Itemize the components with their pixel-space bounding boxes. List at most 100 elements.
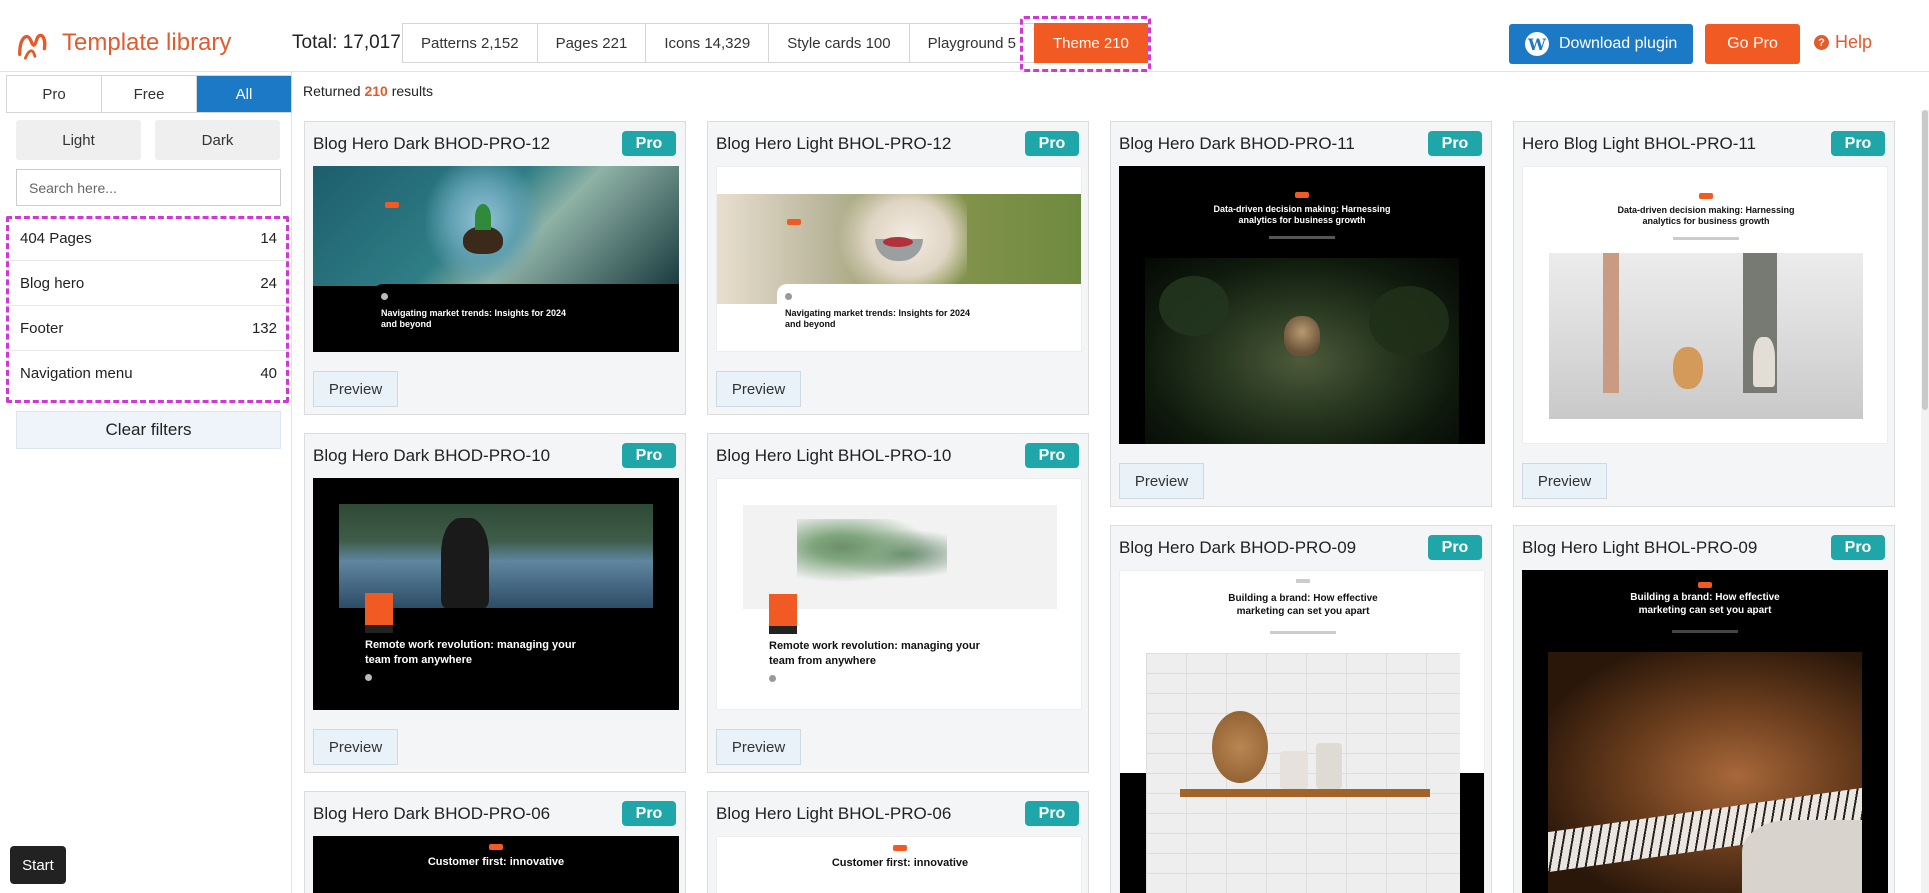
tab-playground[interactable]: Playground 5	[908, 23, 1036, 63]
template-card[interactable]: Hero Blog Light BHOL-PRO-11 Pro Data-dri…	[1513, 121, 1895, 507]
card-title: Blog Hero Light BHOL-PRO-09	[1522, 538, 1758, 557]
card-title: Blog Hero Dark BHOD-PRO-11	[1119, 134, 1355, 153]
template-thumbnail[interactable]: Customer first: innovative	[716, 836, 1082, 893]
thumbnail-headline: Remote work revolution: managing your te…	[769, 640, 980, 667]
thumbnail-headline: Data-driven decision making: Harnessing …	[1213, 204, 1391, 226]
filter-all[interactable]: All	[197, 76, 291, 112]
category-list: 404 Pages 14 Blog hero 24 Footer 132 Nav…	[6, 216, 289, 401]
preview-button[interactable]: Preview	[313, 729, 398, 765]
category-label: Navigation menu	[20, 365, 133, 382]
template-thumbnail[interactable]: Navigating market trends: Insights for 2…	[313, 166, 679, 352]
license-filter: Pro Free All	[6, 75, 292, 113]
download-plugin-button[interactable]: W Download plugin	[1509, 24, 1694, 64]
pro-badge: Pro	[1831, 131, 1885, 156]
preview-button[interactable]: Preview	[313, 371, 398, 407]
thumbnail-headline: Navigating market trends: Insights for 2…	[785, 308, 971, 330]
template-card[interactable]: Blog Hero Dark BHOD-PRO-06 Pro Customer …	[304, 791, 686, 893]
template-card[interactable]: Blog Hero Dark BHOD-PRO-11 Pro Data-driv…	[1110, 121, 1492, 507]
card-title: Blog Hero Light BHOL-PRO-06	[716, 804, 952, 823]
help-icon: ?	[1814, 35, 1829, 50]
category-label: Blog hero	[20, 274, 85, 292]
category-blog-hero[interactable]: Blog hero 24	[6, 261, 289, 306]
color-mode-filter: Light Dark	[16, 120, 280, 160]
template-card[interactable]: Blog Hero Dark BHOD-PRO-09 Pro Building …	[1110, 525, 1492, 893]
tab-pages[interactable]: Pages 221	[536, 23, 647, 63]
template-thumbnail[interactable]: Navigating market trends: Insights for 2…	[716, 166, 1082, 352]
template-thumbnail[interactable]: Remote work revolution: managing your te…	[313, 478, 679, 710]
type-tabs: Patterns 2,152 Pages 221 Icons 14,329 St…	[402, 23, 1148, 63]
category-label: Footer	[20, 319, 64, 337]
pro-badge: Pro	[1025, 801, 1079, 826]
template-card[interactable]: Blog Hero Light BHOL-PRO-06 Pro Customer…	[707, 791, 1089, 893]
thumbnail-headline: Remote work revolution: managing your te…	[365, 639, 576, 666]
results-panel: Returned 210 results Blog Hero Dark BHOD…	[292, 72, 1929, 893]
category-count: 14	[260, 229, 277, 247]
template-card[interactable]: Blog Hero Light BHOL-PRO-12 Pro Navigati…	[707, 121, 1089, 415]
go-pro-button[interactable]: Go Pro	[1705, 24, 1800, 64]
results-count: 210	[364, 83, 388, 99]
category-footer[interactable]: Footer 132	[6, 306, 289, 351]
pro-badge: Pro	[622, 801, 676, 826]
filter-light[interactable]: Light	[16, 120, 141, 160]
start-button[interactable]: Start	[10, 846, 66, 884]
thumbnail-headline: Data-driven decision making: Harnessing …	[1617, 205, 1795, 227]
pro-badge: Pro	[1831, 535, 1885, 560]
pro-badge: Pro	[1428, 535, 1482, 560]
preview-button[interactable]: Preview	[1522, 463, 1607, 499]
tab-patterns[interactable]: Patterns 2,152	[402, 23, 538, 63]
template-thumbnail[interactable]: Data-driven decision making: Harnessing …	[1522, 166, 1888, 444]
template-thumbnail[interactable]: Data-driven decision making: Harnessing …	[1119, 166, 1485, 444]
results-scrollbar[interactable]	[1921, 110, 1929, 893]
results-summary: Returned 210 results	[303, 83, 433, 99]
preview-button[interactable]: Preview	[716, 729, 801, 765]
card-title: Hero Blog Light BHOL-PRO-11	[1522, 134, 1757, 153]
thumbnail-headline: Navigating market trends: Insights for 2…	[381, 308, 567, 330]
template-card[interactable]: Blog Hero Dark BHOD-PRO-10 Pro Remote wo…	[304, 433, 686, 773]
thumbnail-headline: Building a brand: How effective marketin…	[1630, 592, 1780, 616]
card-title: Blog Hero Dark BHOD-PRO-10	[313, 446, 551, 465]
thumbnail-headline: Building a brand: How effective marketin…	[1228, 593, 1378, 617]
thumbnail-headline: Customer first: innovative	[831, 857, 969, 869]
results-suffix: results	[387, 83, 433, 99]
clear-filters-button[interactable]: Clear filters	[16, 411, 281, 449]
card-title: Blog Hero Light BHOL-PRO-10	[716, 446, 952, 465]
total-count: Total: 17,017	[292, 32, 401, 53]
pro-badge: Pro	[622, 443, 676, 468]
card-title: Blog Hero Light BHOL-PRO-12	[716, 134, 952, 153]
help-link[interactable]: ? Help	[1814, 32, 1872, 53]
category-label: 404 Pages	[20, 229, 92, 247]
template-card[interactable]: Blog Hero Light BHOL-PRO-10 Pro Remote w…	[707, 433, 1089, 773]
template-thumbnail[interactable]: Remote work revolution: managing your te…	[716, 478, 1082, 710]
tab-style-cards[interactable]: Style cards 100	[768, 23, 910, 63]
wordpress-icon: W	[1525, 32, 1549, 56]
category-navigation-menu[interactable]: Navigation menu 40	[6, 351, 289, 396]
tab-theme[interactable]: Theme 210	[1034, 23, 1148, 63]
search-input[interactable]	[16, 169, 281, 206]
preview-button[interactable]: Preview	[1119, 463, 1204, 499]
card-title: Blog Hero Dark BHOD-PRO-09	[1119, 538, 1357, 557]
template-thumbnail[interactable]: Customer first: innovative	[313, 836, 679, 893]
card-title: Blog Hero Dark BHOD-PRO-12	[313, 134, 551, 153]
filter-pro[interactable]: Pro	[7, 76, 102, 112]
template-card[interactable]: Blog Hero Dark BHOD-PRO-12 Pro Navigatin…	[304, 121, 686, 415]
filter-free[interactable]: Free	[102, 76, 197, 112]
tab-icons[interactable]: Icons 14,329	[645, 23, 770, 63]
pro-badge: Pro	[1025, 443, 1079, 468]
library-logo-icon	[18, 33, 47, 60]
category-count: 40	[260, 365, 277, 382]
template-card[interactable]: Blog Hero Light BHOL-PRO-09 Pro Building…	[1513, 525, 1895, 893]
scrollbar-thumb[interactable]	[1922, 110, 1928, 410]
category-404-pages[interactable]: 404 Pages 14	[6, 216, 289, 261]
logo-text: Template library	[62, 29, 232, 56]
template-thumbnail[interactable]: Building a brand: How effective marketin…	[1522, 570, 1888, 893]
preview-button[interactable]: Preview	[716, 371, 801, 407]
logo[interactable]: Template library	[14, 24, 231, 62]
card-title: Blog Hero Dark BHOD-PRO-06	[313, 804, 551, 823]
filter-dark[interactable]: Dark	[155, 120, 280, 160]
top-header: Template library Total: 17,017 Patterns …	[0, 0, 1929, 72]
category-count: 24	[260, 274, 277, 292]
template-thumbnail[interactable]: Building a brand: How effective marketin…	[1119, 570, 1485, 893]
pro-badge: Pro	[622, 131, 676, 156]
thumbnail-headline: Customer first: innovative	[427, 856, 565, 868]
pro-badge: Pro	[1025, 131, 1079, 156]
